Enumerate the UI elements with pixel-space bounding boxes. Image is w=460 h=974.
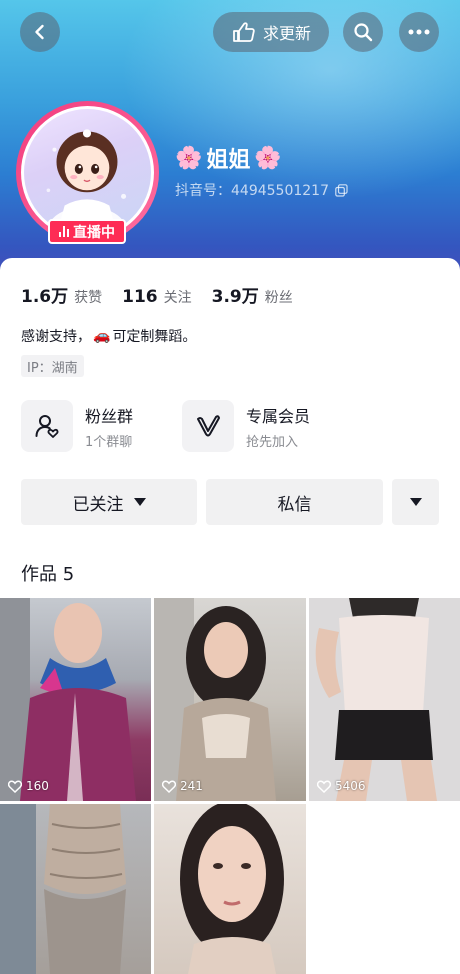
works-title: 作品 5: [21, 564, 75, 585]
douyin-id-text: 抖音号：44945501217: [175, 183, 329, 199]
live-badge[interactable]: 直播中: [48, 219, 126, 244]
caret-down-icon: [409, 498, 422, 506]
work-thumbnail: [0, 598, 136, 801]
message-label: 私信: [277, 494, 312, 515]
work-thumbnail: [154, 598, 276, 801]
stat-likes[interactable]: 1.6万 获赞: [21, 282, 102, 307]
douyin-id-row: 抖音号：44945501217: [175, 180, 348, 200]
search-icon: [354, 23, 373, 42]
back-arrow-icon: [35, 24, 44, 40]
membership-subtitle: 抢先加入: [246, 434, 299, 450]
message-button[interactable]: 私信: [206, 479, 383, 525]
like-count: 241: [162, 779, 203, 793]
like-count: 5406: [317, 779, 366, 793]
work-tile[interactable]: 241: [154, 598, 306, 801]
stat-followers[interactable]: 3.9万 粉丝: [212, 282, 293, 307]
followed-button[interactable]: 已关注: [21, 479, 197, 525]
heart-icon: [317, 779, 331, 793]
copy-icon[interactable]: [335, 183, 348, 197]
followed-label: 已关注: [72, 494, 124, 515]
membership-title: 专属会员: [246, 406, 311, 426]
fan-group-subtitle: 1个群聊: [85, 434, 133, 450]
more-actions-button[interactable]: [392, 479, 439, 525]
nickname-text: 姐姐: [206, 148, 251, 173]
more-dots-icon: [408, 29, 430, 35]
work-thumbnail: [180, 804, 284, 974]
heart-icon: [8, 779, 22, 793]
profile-nickname: 🌸 姐姐 🌸: [175, 142, 282, 174]
back-button[interactable]: [20, 12, 60, 52]
avatar-image: [24, 109, 151, 236]
like-count: 160: [8, 779, 49, 793]
fan-group-icon: [35, 415, 59, 438]
fan-group-entry[interactable]: 粉丝群 1个群聊: [21, 400, 133, 452]
work-tile[interactable]: 5406: [309, 598, 460, 801]
fan-group-title: 粉丝群: [85, 406, 134, 426]
profile-stats: 1.6万 获赞 116 关注 3.9万 粉丝: [21, 282, 293, 307]
work-thumbnail: [309, 598, 460, 801]
work-thumbnail: [0, 804, 126, 974]
request-update-button[interactable]: 求更新: [213, 12, 329, 52]
caret-down-icon: [133, 498, 146, 506]
ip-location-tag: IP：湖南: [21, 355, 84, 377]
live-bars-icon: [59, 226, 69, 237]
hand-pointing-icon: [233, 22, 255, 42]
membership-v-icon: [197, 415, 220, 437]
heart-icon: [162, 779, 176, 793]
work-tile[interactable]: [154, 804, 306, 974]
membership-entry[interactable]: 专属会员 抢先加入: [182, 400, 310, 452]
more-button[interactable]: [399, 12, 439, 52]
work-tile[interactable]: 160: [0, 598, 151, 801]
flower-decoration-right: 🌸: [254, 145, 282, 171]
request-update-label: 求更新: [262, 24, 311, 43]
profile-bio: 感谢支持， 🚗 可定制舞蹈。: [21, 328, 197, 345]
live-badge-label: 直播中: [73, 224, 115, 241]
car-emoji: 🚗: [93, 328, 111, 344]
stat-following[interactable]: 116 关注: [122, 287, 192, 307]
flower-decoration-left: 🌸: [175, 145, 203, 171]
search-button[interactable]: [343, 12, 383, 52]
profile-card: 1.6万 获赞 116 关注 3.9万 粉丝 感谢支持， 🚗 可定制舞蹈。 IP…: [0, 258, 460, 974]
work-tile[interactable]: [0, 804, 151, 974]
